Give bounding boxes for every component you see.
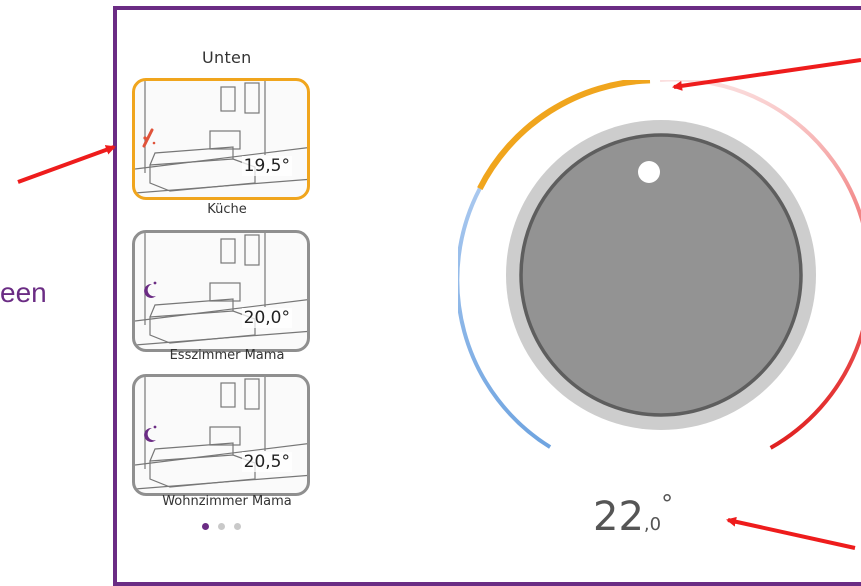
pager-dot[interactable] — [218, 523, 225, 530]
room-sketch-image — [135, 377, 307, 490]
setpoint-decimal: ,0 — [643, 514, 662, 535]
room-card-wohnzimmer-mama[interactable]: 20,5° — [132, 374, 310, 496]
room-card-esszimmer-mama[interactable]: 20,0° — [132, 230, 310, 352]
outside-label: een — [0, 277, 47, 308]
night-mode-moon-icon — [144, 425, 157, 442]
night-mode-moon-icon — [144, 281, 157, 298]
dial-indicator[interactable] — [638, 161, 660, 183]
thermostat-dial[interactable] — [458, 80, 861, 470]
heating-radiator-icon — [142, 128, 156, 148]
room-sketch-image — [135, 233, 307, 346]
room-sketch-image — [135, 81, 307, 194]
room-temp: 20,0° — [241, 308, 292, 328]
room-card-kueche[interactable]: 19,5° — [132, 78, 310, 200]
room-name-esszimmer-mama[interactable]: Esszimmer Mama — [117, 348, 337, 363]
floor-title: Unten — [202, 48, 252, 67]
setpoint-degree: ° — [661, 490, 674, 518]
dial-knob[interactable] — [519, 133, 803, 417]
setpoint-integer: 22 — [593, 494, 644, 540]
room-name-wohnzimmer-mama[interactable]: Wohnzimmer Mama — [117, 494, 337, 509]
app-frame: Unten 19,5° Küche 20,0° Esszimmer Mama 2… — [113, 6, 861, 586]
setpoint-temperature: 22,0° — [593, 490, 673, 540]
room-temp: 19,5° — [241, 156, 292, 176]
annotation-arrow — [17, 145, 116, 184]
pager-dot-active[interactable] — [202, 523, 209, 530]
room-name-kueche[interactable]: Küche — [117, 202, 337, 217]
room-temp: 20,5° — [241, 452, 292, 472]
pager-dot[interactable] — [234, 523, 241, 530]
